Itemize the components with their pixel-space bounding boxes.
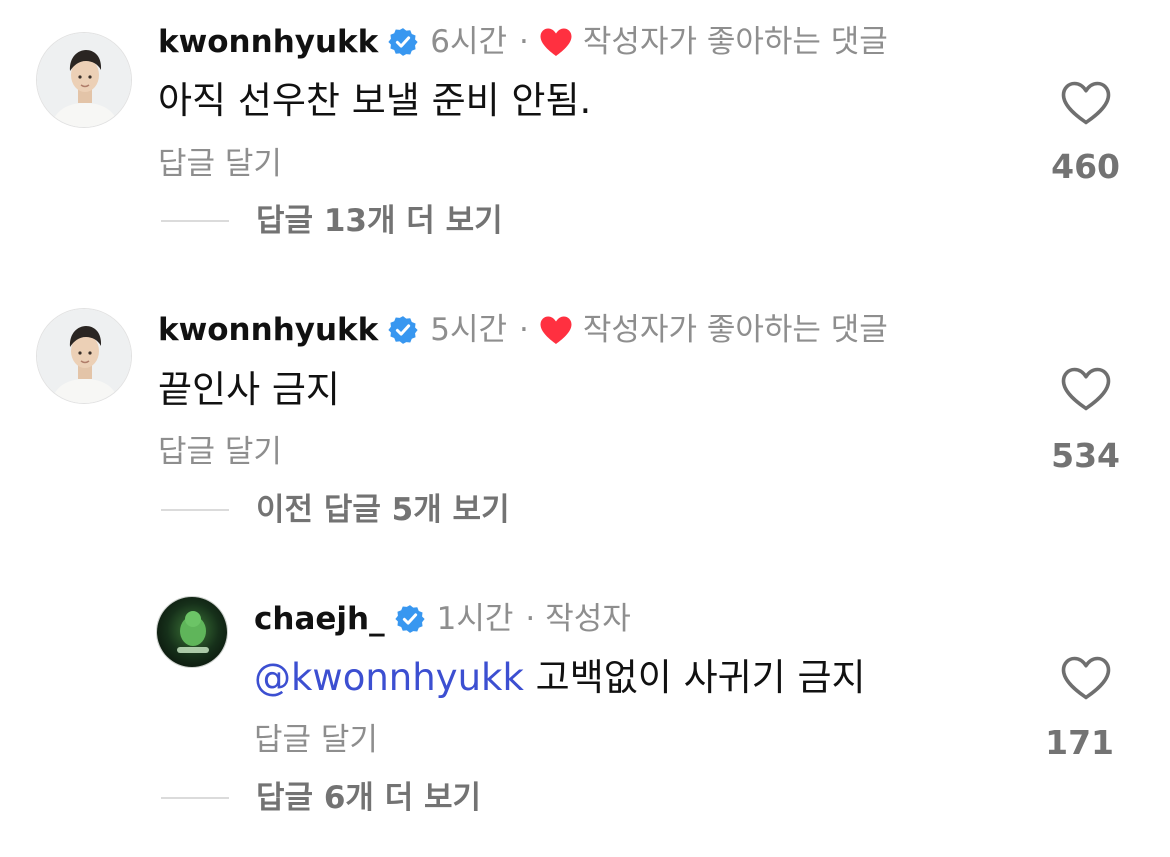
comment-header: kwonnhyukk 5시간 · 작성자가 좋아하는 댓글 xyxy=(158,310,888,350)
like-count: 534 xyxy=(1051,436,1120,475)
divider-line xyxy=(161,509,229,511)
username-link[interactable]: kwonnhyukk xyxy=(158,310,378,350)
timestamp: 1시간 xyxy=(436,601,514,637)
comment-text: 아직 선우찬 보낼 준비 안됨. xyxy=(158,79,592,122)
timestamp: 6시간 xyxy=(430,24,508,60)
like-count: 460 xyxy=(1051,147,1120,186)
separator-dot: · xyxy=(525,601,536,637)
view-more-replies-button[interactable]: 답글 13개 더 보기 xyxy=(256,201,503,241)
verified-badge-icon xyxy=(395,604,425,634)
avatar[interactable] xyxy=(36,308,132,404)
separator-dot: · xyxy=(519,24,529,60)
liked-by-author-label: 작성자가 좋아하는 댓글 xyxy=(582,24,888,60)
mention-link[interactable]: @kwonnhyukk xyxy=(254,656,524,699)
red-heart-icon xyxy=(539,27,573,57)
timestamp: 5시간 xyxy=(430,312,508,348)
verified-badge-icon xyxy=(388,315,418,345)
heart-outline-icon[interactable] xyxy=(1060,80,1112,126)
liked-by-author-label: 작성자가 좋아하는 댓글 xyxy=(582,312,888,348)
comment-text: 끝인사 금지 xyxy=(158,368,340,411)
heart-outline-icon[interactable] xyxy=(1060,366,1112,412)
reply-header: chaejh_ 1시간 · 작성자 xyxy=(254,599,631,639)
like-count: 171 xyxy=(1045,723,1114,762)
reply-button[interactable]: 답글 달기 xyxy=(254,720,378,760)
comment-header: kwonnhyukk 6시간 · 작성자가 좋아하는 댓글 xyxy=(158,22,888,62)
username-link[interactable]: chaejh_ xyxy=(254,599,385,639)
reply-button[interactable]: 답글 달기 xyxy=(158,432,282,472)
reply-message: 고백없이 사귀기 금지 xyxy=(535,656,866,699)
view-more-replies-button[interactable]: 답글 6개 더 보기 xyxy=(256,778,481,818)
author-tag: 작성자 xyxy=(545,601,631,637)
avatar[interactable] xyxy=(156,596,228,668)
verified-badge-icon xyxy=(388,27,418,57)
username-link[interactable]: kwonnhyukk xyxy=(158,22,378,62)
divider-line xyxy=(161,220,229,222)
avatar[interactable] xyxy=(36,32,132,128)
separator-dot: · xyxy=(519,312,529,348)
red-heart-icon xyxy=(539,315,573,345)
divider-line xyxy=(161,797,229,799)
view-previous-replies-button[interactable]: 이전 답글 5개 보기 xyxy=(256,490,510,530)
reply-button[interactable]: 답글 달기 xyxy=(158,144,282,184)
reply-text: @kwonnhyukk 고백없이 사귀기 금지 xyxy=(254,654,866,702)
heart-outline-icon[interactable] xyxy=(1060,655,1112,701)
